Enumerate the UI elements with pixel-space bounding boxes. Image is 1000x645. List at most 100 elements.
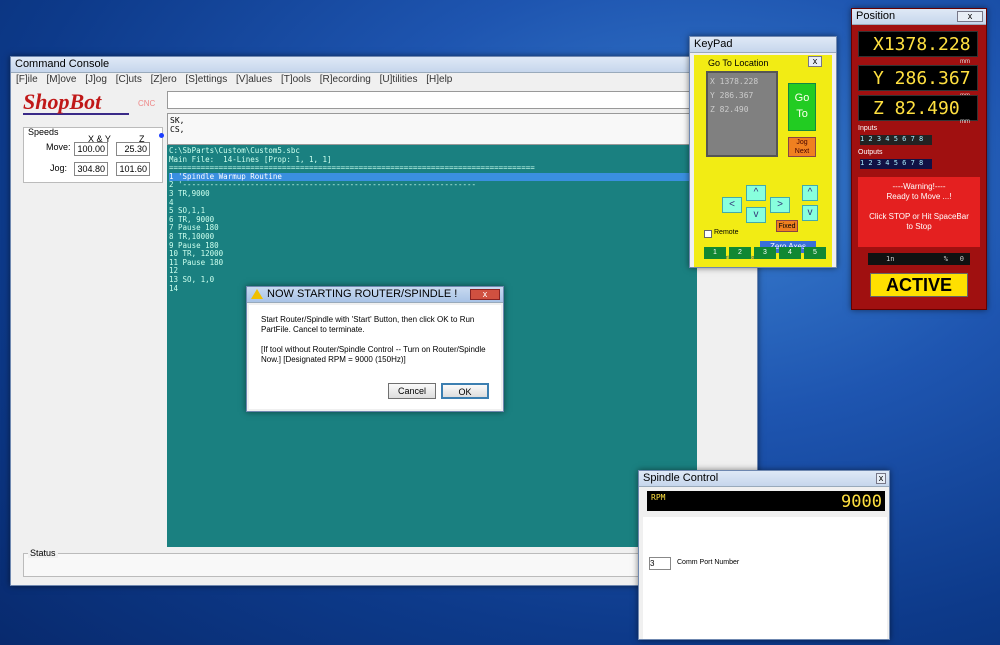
memorized-location-2[interactable]: 2 [729, 247, 751, 259]
history-line: SK, [170, 116, 185, 125]
ok-button[interactable]: OK [441, 383, 489, 399]
menu-recording[interactable]: [R]ecording [320, 74, 371, 85]
comm-port-label: Comm Port Number [677, 559, 740, 566]
goto-close-button[interactable]: x [808, 56, 822, 67]
spindle-start-dialog: NOW STARTING ROUTER/SPINDLE ! x Start Ro… [246, 286, 504, 412]
code-line[interactable]: 6 TR, 9000 [169, 215, 695, 225]
comm-port-input[interactable] [649, 557, 671, 570]
code-line[interactable]: 3 TR,9000 [169, 189, 695, 199]
code-line[interactable]: 4 [169, 198, 695, 208]
memorized-location-4[interactable]: 4 [779, 247, 801, 259]
y-position-readout: Y 286.367 [858, 65, 978, 91]
dialog-message-secondary: [If tool without Router/Spindle Control … [261, 345, 486, 364]
x-position-readout: X1378.228 [858, 31, 978, 57]
jog-down-arrow-icon[interactable]: v [746, 207, 766, 223]
menu-jog[interactable]: [J]og [85, 74, 107, 85]
logo-cnc: CNC [138, 99, 156, 108]
spindle-titlebar[interactable]: Spindle Control x [639, 471, 889, 487]
command-input[interactable] [167, 91, 755, 109]
jog-right-arrow-icon[interactable]: > [770, 197, 790, 213]
outputs-indicators[interactable]: 1 2 3 4 5 6 7 8 [860, 159, 932, 169]
status-label: Status [28, 548, 58, 558]
menu-zero[interactable]: [Z]ero [151, 74, 177, 85]
spindle-body: Comm Port Number [643, 517, 887, 639]
rpm-label: RPM [651, 493, 666, 502]
z-unit-label: mm [960, 119, 970, 125]
menu-values[interactable]: [V]alues [236, 74, 272, 85]
percent-sign: % [943, 255, 948, 263]
position-window: Position x X1378.228 mm Y 286.367 mm Z 8… [851, 8, 987, 310]
menu-help[interactable]: [H]elp [426, 74, 452, 85]
spindle-title: Spindle Control [643, 472, 719, 484]
memorized-location-3[interactable]: 3 [754, 247, 776, 259]
keypad-panel: Go To Location x X 1378.228 Y 286.367 Z … [694, 55, 832, 267]
inputs-label: Inputs [858, 125, 878, 132]
menu-move[interactable]: [M]ove [46, 74, 76, 85]
keypad-window: KeyPad Go To Location x X 1378.228 Y 286… [689, 36, 837, 268]
code-line[interactable]: 7 Pause 180 [169, 224, 695, 233]
rpm-value: 9000 [841, 492, 882, 512]
position-titlebar[interactable]: Position x [852, 9, 986, 25]
menu-file[interactable]: [F]ile [16, 74, 38, 85]
jog-next-button[interactable]: Jog Next [788, 137, 816, 157]
goto-z-value: Z 82.490 [710, 105, 749, 114]
code-line[interactable]: 9 Pause 180 [169, 241, 695, 251]
units-indicator: 1n [886, 255, 895, 263]
goto-y-value: Y 286.367 [710, 91, 754, 100]
spindle-control-window: Spindle Control x RPM 9000 Comm Port Num… [638, 470, 890, 640]
code-line[interactable]: 10 TR, 12000 [169, 250, 695, 259]
console-title: Command Console [15, 58, 110, 70]
shopbot-logo: ShopBot CNC [23, 89, 156, 115]
jog-z-up-arrow-icon[interactable]: ^ [802, 185, 818, 201]
code-line[interactable]: 13 SO, 1,0 [169, 275, 695, 285]
console-titlebar[interactable]: Command Console [11, 57, 757, 73]
outputs-label: Outputs [858, 149, 883, 156]
code-line[interactable]: 2 '-------------------------------------… [169, 181, 695, 190]
position-close-button[interactable]: x [957, 11, 983, 22]
jog-z-down-arrow-icon[interactable]: v [802, 205, 818, 221]
menu-tools[interactable]: [T]ools [281, 74, 311, 85]
jog-z-input[interactable] [116, 162, 150, 176]
dialog-titlebar[interactable]: NOW STARTING ROUTER/SPINDLE ! x [247, 287, 503, 303]
cancel-button[interactable]: Cancel [388, 383, 436, 399]
active-status-button[interactable]: ACTIVE [870, 273, 968, 297]
warning-box: ----Warning!---- Ready to Move ...! Clic… [858, 177, 980, 247]
code-line[interactable]: 8 TR,10000 [169, 232, 695, 242]
code-line[interactable]: 11 Pause 180 [169, 258, 695, 268]
spindle-close-button[interactable]: x [876, 473, 886, 484]
warning-header: ----Warning!---- [892, 182, 946, 191]
jog-left-arrow-icon[interactable]: < [722, 197, 742, 213]
dialog-message: Start Router/Spindle with 'Start' Button… [261, 315, 475, 334]
dialog-close-button[interactable]: x [470, 289, 500, 300]
memorized-location-5[interactable]: 5 [804, 247, 826, 259]
feed-override-readout: 1n % 0 [868, 253, 970, 265]
code-line[interactable]: 12 [169, 267, 695, 276]
command-history: SK, CS, [167, 113, 755, 145]
goto-location-label: Go To Location [708, 58, 769, 68]
menu-settings[interactable]: [S]ettings [186, 74, 228, 85]
speeds-label: Speeds [28, 127, 59, 137]
speeds-group: Speeds X & Y Z Move: Jog: [23, 127, 163, 183]
goto-display: X 1378.228 Y 286.367 Z 82.490 [706, 71, 778, 157]
goto-x-value: X 1378.228 [710, 77, 759, 86]
jog-xy-input[interactable] [74, 162, 108, 176]
move-label: Move: [46, 142, 71, 152]
z-position-readout: Z 82.490 [858, 95, 978, 121]
code-line[interactable]: 5 SO,1,1 [169, 207, 695, 216]
jog-up-arrow-icon[interactable]: ^ [746, 185, 766, 201]
keypad-title: KeyPad [694, 38, 733, 50]
fixed-button[interactable]: Fixed [776, 220, 798, 232]
menu-cuts[interactable]: [C]uts [116, 74, 142, 85]
position-title: Position [856, 10, 896, 22]
jog-label: Jog: [50, 163, 68, 173]
move-xy-input[interactable] [74, 142, 108, 156]
keypad-titlebar[interactable]: KeyPad [690, 37, 836, 53]
menu-utilities[interactable]: [U]tilities [380, 74, 418, 85]
warning-icon [251, 289, 263, 300]
goto-button[interactable]: Go To [788, 83, 816, 131]
move-z-input[interactable] [116, 142, 150, 156]
history-line: CS, [170, 125, 185, 134]
rpm-display: RPM 9000 [647, 491, 885, 512]
remote-checkbox[interactable] [704, 230, 712, 238]
memorized-location-1[interactable]: 1 [704, 247, 726, 259]
